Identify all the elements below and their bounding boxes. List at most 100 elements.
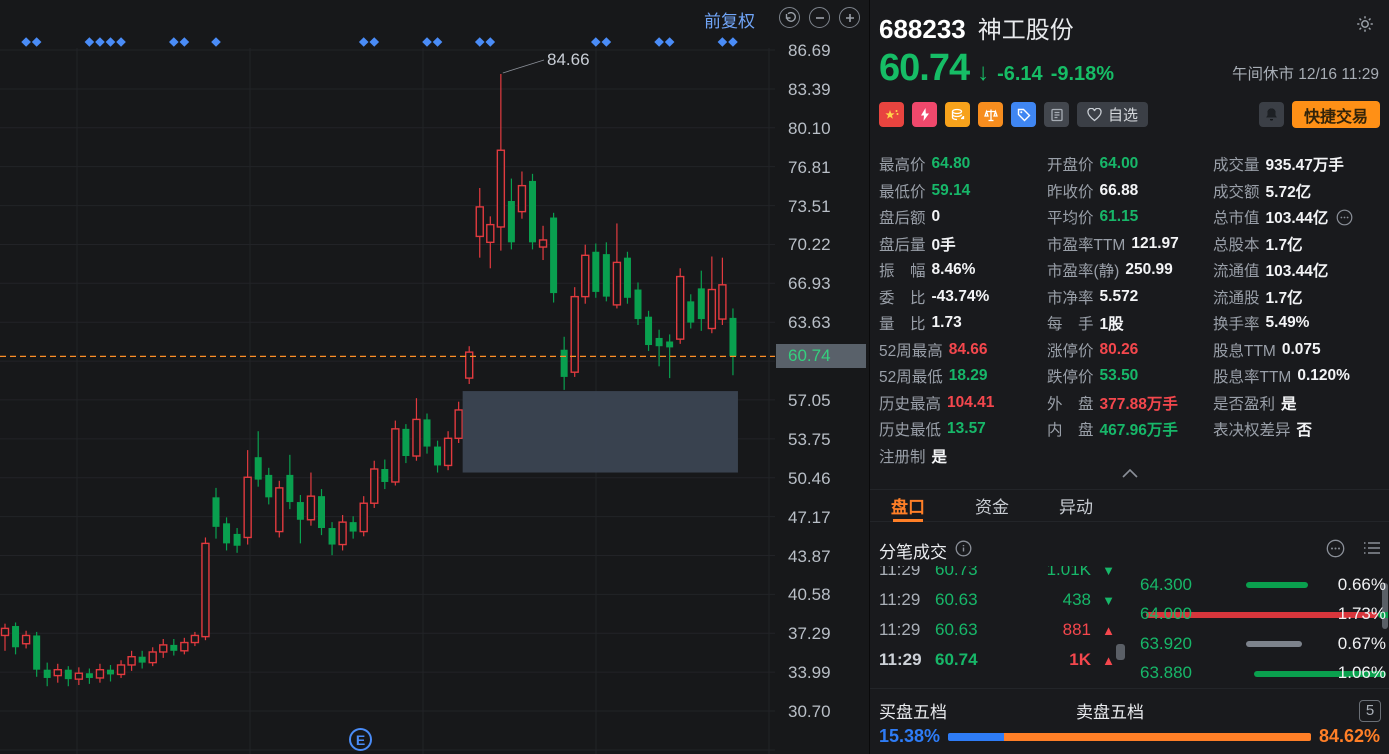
price-axis-tick: 57.05 — [788, 390, 831, 410]
zoom-in-icon[interactable] — [839, 7, 860, 28]
price-volume-row[interactable]: 64.000 1.73% — [1136, 600, 1388, 630]
quote-panel: 688233 神工股份 60.74 ↓ -6.14 -9.18% 午间休市 12… — [869, 0, 1389, 754]
stat-cell: 跌停价 53.50 — [1047, 367, 1139, 387]
collapse-chevron-icon[interactable] — [1122, 465, 1138, 483]
stat-cell: 市盈率TTM 121.97 — [1047, 234, 1179, 254]
stat-cell: 股息率TTM 0.120% — [1213, 367, 1350, 387]
stat-cell: 每 手 1股 — [1047, 316, 1124, 334]
stat-cell: 流通股 1.7亿 — [1213, 289, 1303, 307]
depth-header: 买盘五档 卖盘五档 5 — [879, 698, 1381, 723]
depth-ratio-row: 15.38% 84.62% — [879, 726, 1380, 747]
sell-depth-label: 卖盘五档 — [1076, 703, 1144, 722]
stat-cell: 是否盈利是 — [1213, 395, 1297, 413]
price-axis-tick: 53.75 — [788, 429, 831, 449]
gear-icon[interactable] — [1355, 14, 1375, 39]
hot-rank-icon[interactable] — [912, 102, 937, 127]
quick-trade-button[interactable]: 快捷交易 — [1291, 101, 1380, 128]
tab-资金[interactable]: 资金 — [975, 490, 1009, 521]
stat-cell: 盘后量 0手 — [879, 236, 956, 254]
stat-cell: 换手率 5.49% — [1213, 314, 1310, 334]
heart-icon — [1087, 107, 1102, 121]
stat-cell: 注册制是 — [879, 448, 948, 466]
price-axis-tick: 70.22 — [788, 235, 831, 255]
trade-row[interactable]: 11:29 60.74 1K ▲ — [879, 645, 1115, 675]
tape-header: 分笔成交 — [879, 538, 1381, 563]
price-volume-row[interactable]: 63.880 1.06% — [1136, 659, 1388, 685]
stat-cell: 外 盘 377.88万手 — [1047, 395, 1178, 413]
buy-depth-label: 买盘五档 — [879, 703, 947, 722]
feature-icon-row: 自选 快捷交易 — [879, 101, 1380, 128]
bell-icon[interactable] — [1258, 102, 1284, 127]
stat-cell: 内 盘 467.96万手 — [1047, 422, 1178, 440]
stat-cell: 成交额 5.72亿 — [1213, 183, 1312, 201]
price-axis-tick: 80.10 — [788, 118, 831, 138]
stat-cell: 52周最低 18.29 — [879, 367, 988, 387]
panel-tabs: 盘口 资金 异动 — [870, 489, 1389, 522]
stock-code: 688233 — [879, 14, 966, 44]
price-axis-tick: 73.51 — [788, 196, 831, 216]
price-volume-list[interactable]: 64.300 0.66% 64.000 1.73% 63.920 0.67% 63.880 1… — [1136, 570, 1388, 684]
margin-icon[interactable] — [978, 102, 1003, 127]
price-axis-tick: 47.17 — [788, 507, 831, 527]
price-axis-tick: 63.63 — [788, 313, 831, 333]
zoom-out-icon[interactable] — [809, 7, 830, 28]
tape-scrollbar[interactable] — [1116, 644, 1125, 660]
price-axis-tick: 30.70 — [788, 702, 831, 722]
down-arrow-icon: ↓ — [977, 59, 990, 86]
trade-row[interactable]: 11:29 60.63 438 ▼ — [879, 585, 1115, 615]
watchlist-button[interactable]: 自选 — [1077, 102, 1149, 127]
depth-ratio-bar — [948, 732, 1311, 741]
stat-cell: 成交量 935.47万手 — [1213, 157, 1344, 175]
stat-cell: 总市值 103.44亿 — [1213, 204, 1382, 231]
notes-icon[interactable] — [1044, 102, 1069, 127]
price-change: -6.14 — [997, 63, 1043, 85]
high-annotation: 84.66 — [547, 50, 590, 69]
stat-cell: 振 幅 8.46% — [879, 261, 976, 281]
stat-cell: 涨停价 80.26 — [1047, 340, 1139, 360]
stock-header: 688233 神工股份 — [879, 10, 1074, 45]
stat-cell: 市盈率(静) 250.99 — [1047, 261, 1173, 281]
kline-chart-canvas[interactable] — [0, 0, 869, 754]
trade-row[interactable]: 11:29 60.73 1.01K ▼ — [879, 566, 1115, 585]
price-axis-tick: 33.99 — [788, 663, 831, 683]
kline-chart-panel[interactable]: 前复权 84.66 86.69 83.39 80.10 76.81 73.51 70.22… — [0, 0, 869, 754]
info-icon[interactable] — [955, 540, 972, 562]
depth-levels-button[interactable]: 5 — [1359, 699, 1381, 722]
more-options-icon[interactable] — [1326, 539, 1345, 563]
stock-app-window: 前复权 84.66 86.69 83.39 80.10 76.81 73.51 70.22… — [0, 0, 1389, 754]
buy-ratio-pct: 15.38% — [879, 726, 941, 746]
quote-stats-grid: 最高价 64.80 开盘价 64.00 成交量 935.47万手 最低价 59.14 昨收价 66… — [879, 151, 1382, 469]
tick-trade-list[interactable]: 11:29 60.73 1.01K ▼ 11:29 60.63 438 ▼ 11:29 60.63… — [879, 566, 1115, 684]
coins-icon[interactable] — [945, 102, 970, 127]
price-axis-tick: 50.46 — [788, 468, 831, 488]
sell-ratio-pct: 84.62% — [1318, 726, 1380, 746]
more-detail-icon[interactable] — [1336, 209, 1353, 226]
market-session-time: 午间休市 12/16 11:29 — [1231, 66, 1379, 83]
stat-cell: 52周最高 84.66 — [879, 340, 988, 360]
price-axis-tick: 37.29 — [788, 624, 831, 644]
stat-cell: 开盘价 64.00 — [1047, 155, 1139, 175]
stat-cell: 流通值 103.44亿 — [1213, 263, 1329, 281]
stat-cell: 股息TTM 0.075 — [1213, 340, 1321, 360]
event-badge-icon[interactable]: E — [349, 728, 372, 751]
cn-market-icon[interactable] — [879, 102, 904, 127]
list-view-icon[interactable] — [1363, 540, 1381, 561]
tape-title: 分笔成交 — [879, 543, 947, 562]
price-axis-tick: 43.87 — [788, 546, 831, 566]
tab-异动[interactable]: 异动 — [1059, 490, 1093, 521]
tag-icon[interactable] — [1011, 102, 1036, 127]
adjust-mode-button[interactable]: 前复权 — [704, 7, 755, 32]
stat-cell: 最高价 64.80 — [879, 155, 971, 175]
watchlist-label: 自选 — [1108, 107, 1139, 124]
undo-icon[interactable] — [779, 7, 800, 28]
quote-price-row: 60.74 ↓ -6.14 -9.18% — [879, 47, 1114, 90]
chart-toolbar — [779, 7, 860, 28]
stat-cell: 历史最低 13.57 — [879, 420, 986, 440]
price-volume-row[interactable]: 64.300 0.66% — [1136, 570, 1388, 600]
stat-cell: 最低价 59.14 — [879, 181, 971, 201]
price-axis-tick: 76.81 — [788, 157, 831, 177]
price-change-pct: -9.18% — [1050, 63, 1115, 85]
price-volume-row[interactable]: 63.920 0.67% — [1136, 629, 1388, 659]
trade-row[interactable]: 11:29 60.63 881 ▲ — [879, 615, 1115, 645]
tab-盘口[interactable]: 盘口 — [891, 490, 925, 522]
